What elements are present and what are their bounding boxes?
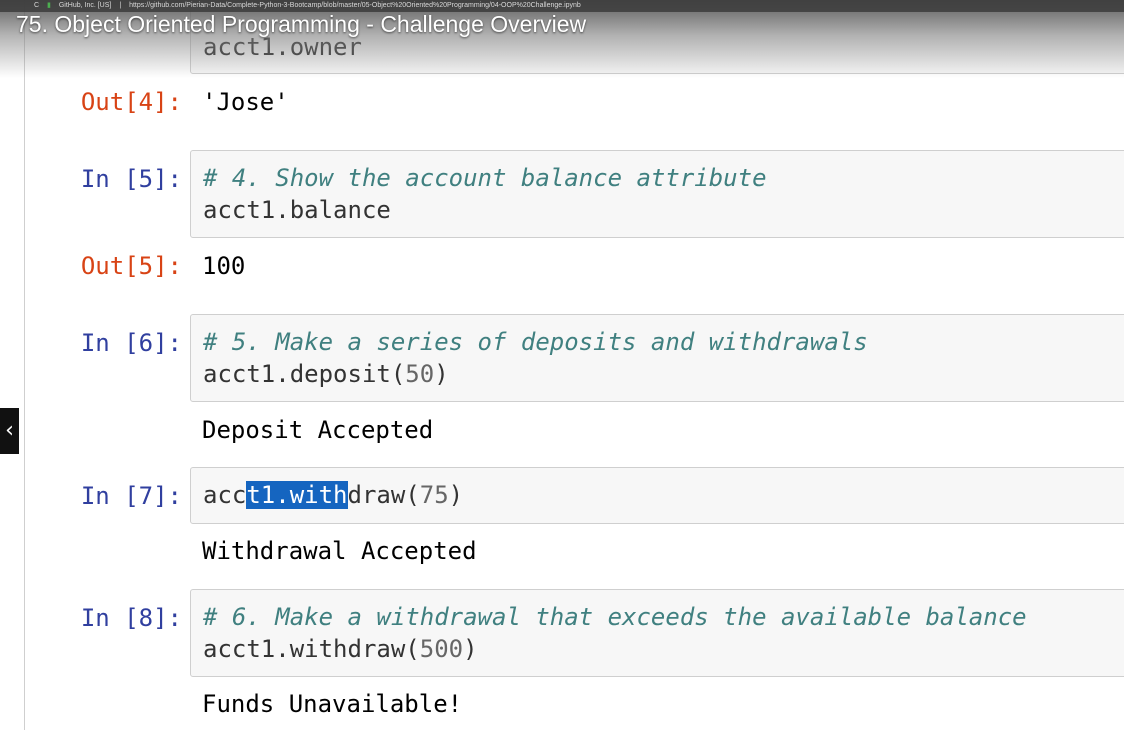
code-text: acct1.deposit(	[203, 360, 406, 388]
previous-lecture-button[interactable]: ‹	[0, 408, 19, 454]
code-comment: # 4. Show the account balance attribute	[203, 164, 767, 192]
code-cell-8-input[interactable]: # 6. Make a withdrawal that exceeds the …	[190, 589, 1124, 677]
code-text: )	[448, 481, 464, 509]
code-text: )	[463, 635, 478, 663]
code-line: acct1.withdraw(75)	[203, 479, 1124, 511]
code-line: acct1.deposit(50)	[203, 358, 1124, 390]
in-prompt-7: In [7]:	[80, 482, 182, 510]
output-text-4: 'Jose'	[202, 88, 289, 116]
code-number: 75	[419, 481, 449, 509]
code-cell-5-input[interactable]: # 4. Show the account balance attribute …	[190, 150, 1124, 238]
video-title: 75. Object Oriented Programming - Challe…	[16, 11, 587, 37]
code-cell-6-input[interactable]: # 5. Make a series of deposits and withd…	[190, 314, 1124, 402]
in-prompt-6: In [6]:	[80, 329, 182, 357]
in-prompt-8: In [8]:	[80, 604, 182, 632]
address-url: https://github.com/Pierian-Data/Complete…	[129, 2, 581, 9]
stream-output-7: Withdrawal Accepted	[202, 537, 477, 565]
code-comment: # 6. Make a withdrawal that exceeds the …	[203, 603, 1027, 631]
code-line: acct1.balance	[203, 196, 391, 224]
stream-output-6: Deposit Accepted	[202, 416, 434, 444]
site-badge: GitHub, Inc. [US]	[58, 2, 112, 9]
out-prompt-4: Out[4]:	[80, 88, 182, 116]
output-text-5: 100	[202, 252, 246, 280]
code-number: 500	[419, 635, 464, 663]
code-number: 50	[405, 360, 435, 388]
in-prompt-5: In [5]:	[80, 165, 182, 193]
out-prompt-5: Out[5]:	[80, 252, 182, 280]
code-cell-7-input[interactable]: acct1.withdraw(75)	[190, 467, 1124, 524]
stream-output-8: Funds Unavailable!	[202, 690, 463, 718]
code-text: acct1.withdraw(	[203, 635, 420, 663]
code-comment: # 5. Make a series of deposits and withd…	[203, 328, 868, 356]
code-line: acct1.withdraw(500)	[203, 633, 1124, 665]
lock-icon: ▮	[47, 2, 51, 9]
reload-icon: C	[34, 2, 40, 9]
code-text: )	[434, 360, 449, 388]
selected-text[interactable]: t1.with	[246, 481, 348, 509]
code-text: acc	[203, 481, 247, 509]
address-separator: |	[119, 2, 122, 9]
code-text: draw(	[347, 481, 420, 509]
chevron-left-icon: ‹	[5, 418, 14, 443]
